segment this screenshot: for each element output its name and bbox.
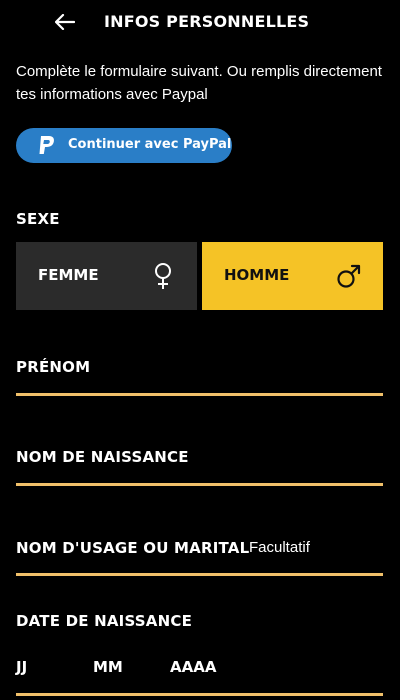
prenom-input[interactable]: [16, 362, 383, 392]
page-title: INFOS PERSONNELLES: [104, 12, 310, 31]
date-naissance-label: DATE DE NAISSANCE: [16, 612, 193, 630]
paypal-button[interactable]: Continuer avec PayPal: [16, 128, 232, 163]
intro-text: Complète le formulaire suivant. Ou rempl…: [16, 63, 382, 103]
gender-label: SEXE: [16, 210, 60, 228]
arrow-left-icon: [55, 14, 75, 30]
date-month-field[interactable]: MM: [93, 658, 123, 676]
nom-usage-underline: [16, 573, 383, 576]
gender-option-homme[interactable]: HOMME: [202, 242, 383, 310]
nom-naissance-input[interactable]: [16, 452, 383, 482]
male-symbol-icon: [337, 264, 361, 288]
female-symbol-icon: [155, 263, 171, 289]
gender-option-label: HOMME: [224, 266, 290, 284]
gender-option-label: FEMME: [38, 266, 99, 284]
date-day-field[interactable]: JJ: [16, 658, 27, 676]
prenom-underline: [16, 393, 383, 396]
date-year-field[interactable]: AAAA: [170, 658, 216, 676]
date-underline: [16, 693, 383, 696]
nom-naissance-underline: [16, 483, 383, 486]
back-button[interactable]: [52, 10, 78, 34]
nom-usage-input[interactable]: [16, 543, 383, 573]
header: INFOS PERSONNELLES: [0, 0, 400, 44]
paypal-button-label: Continuer avec PayPal: [68, 137, 232, 152]
personal-info-screen: INFOS PERSONNELLES Complète le formulair…: [0, 0, 400, 700]
paypal-icon: [39, 136, 54, 154]
gender-option-femme[interactable]: FEMME: [16, 242, 197, 310]
